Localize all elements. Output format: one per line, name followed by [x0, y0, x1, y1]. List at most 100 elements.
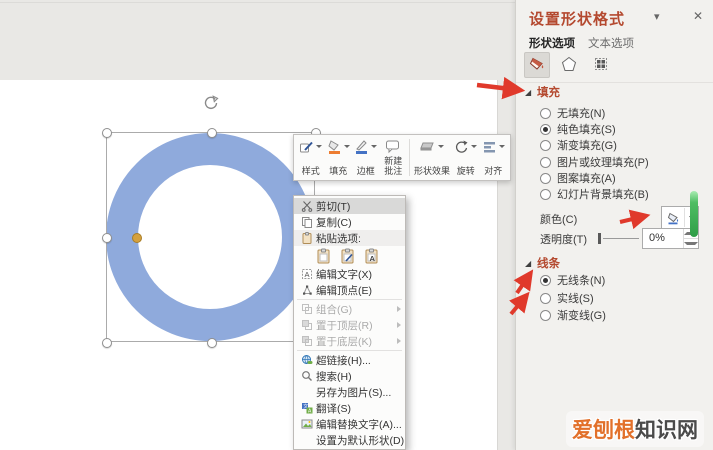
- effects-tab-button[interactable]: [556, 52, 582, 78]
- fill-option-slide-background[interactable]: 幻灯片背景填充(B): [540, 186, 649, 202]
- fill-section-header[interactable]: 填充: [537, 84, 560, 100]
- menu-item-bring-to-front[interactable]: 置于顶层(R): [294, 317, 405, 333]
- toolbar-new-comment-button[interactable]: 新建批注: [380, 137, 408, 178]
- panel-divider: [516, 82, 713, 83]
- submenu-arrow-icon: [397, 306, 401, 312]
- menu-item-cut[interactable]: 剪切(T): [294, 198, 405, 214]
- tab-text-options[interactable]: 文本选项: [588, 35, 634, 51]
- fill-option-solid[interactable]: 纯色填充(S): [540, 121, 616, 137]
- menu-item-send-to-back[interactable]: 置于底层(K): [294, 333, 405, 349]
- toolbar-border-button[interactable]: 边框: [352, 137, 380, 178]
- svg-text:A: A: [370, 254, 376, 263]
- ribbon-bottom-edge: [0, 2, 515, 3]
- paste-keep-source-formatting-icon[interactable]: [339, 248, 356, 265]
- line-option-gradient[interactable]: 渐变线(G): [540, 307, 606, 323]
- radio-icon[interactable]: [540, 188, 551, 200]
- fill-and-line-tab-button[interactable]: [524, 52, 550, 78]
- radio-icon[interactable]: [540, 172, 551, 184]
- transparency-label: 透明度(T): [540, 234, 588, 246]
- chevron-down-icon: [371, 145, 378, 148]
- panel-title: 设置形状格式: [529, 11, 626, 28]
- radio-icon[interactable]: [540, 107, 551, 119]
- toolbar-separator: [409, 139, 410, 176]
- section-expand-icon[interactable]: ◢: [525, 88, 531, 97]
- translate-icon: 文A: [297, 402, 316, 414]
- menu-item-hyperlink[interactable]: 超链接(H)...: [294, 352, 405, 368]
- radio-selected-icon[interactable]: [540, 123, 551, 135]
- menu-item-edit-text[interactable]: A 编辑文字(X): [294, 266, 405, 282]
- paste-options-row: A: [294, 246, 405, 266]
- radio-icon[interactable]: [540, 292, 551, 304]
- toolbar-rotate-button[interactable]: 旋转: [452, 137, 480, 178]
- copy-icon: [297, 216, 316, 228]
- fill-option-none[interactable]: 无填充(N): [540, 105, 605, 121]
- send-to-back-icon: [297, 335, 316, 347]
- menu-item-search[interactable]: 搜索(H): [294, 368, 405, 384]
- border-icon: [354, 139, 369, 159]
- fill-option-picture-texture[interactable]: 图片或纹理填充(P): [540, 154, 649, 170]
- chevron-down-icon: [471, 145, 478, 148]
- section-expand-icon[interactable]: ◢: [525, 259, 531, 268]
- size-properties-tab-button[interactable]: [588, 52, 614, 78]
- menu-item-translate[interactable]: 文A 翻译(S): [294, 400, 405, 416]
- toolbar-style-button[interactable]: 样式: [297, 137, 325, 178]
- transparency-slider-thumb[interactable]: [598, 233, 601, 244]
- menu-item-copy[interactable]: 复制(C): [294, 214, 405, 230]
- context-menu: 剪切(T) 复制(C) 粘贴选项: A A 编辑文字(X) 编辑顶点(E) 组合…: [293, 195, 406, 450]
- paste-as-text-icon[interactable]: A: [363, 248, 380, 265]
- resize-handle-top-middle[interactable]: [207, 128, 217, 138]
- rotate-handle-icon[interactable]: [203, 95, 219, 111]
- resize-handle-left-middle[interactable]: [102, 233, 112, 243]
- fill-option-pattern[interactable]: 图案填充(A): [540, 170, 616, 186]
- style-icon: [299, 139, 314, 159]
- resize-handle-top-left[interactable]: [102, 128, 112, 138]
- panel-collapse-icon[interactable]: ▾: [654, 10, 660, 23]
- resize-handle-bottom-left[interactable]: [102, 338, 112, 348]
- paste-use-destination-theme-icon[interactable]: [315, 248, 332, 265]
- toolbar-align-button[interactable]: 对齐: [480, 137, 508, 178]
- align-icon: [482, 139, 497, 159]
- rotate-icon: [454, 139, 469, 159]
- menu-item-set-default-shape[interactable]: 设置为默认形状(D): [294, 432, 405, 448]
- transparency-value[interactable]: 0%: [643, 229, 683, 248]
- watermark: 爱刨根知识网: [566, 411, 704, 447]
- menu-item-edit-alt-text[interactable]: 编辑替换文字(A)...: [294, 416, 405, 432]
- group-icon: [297, 303, 316, 315]
- svg-text:A: A: [304, 270, 309, 279]
- menu-item-edit-points[interactable]: 编辑顶点(E): [294, 282, 405, 298]
- panel-scrollbar-thumb[interactable]: [690, 191, 698, 237]
- size-properties-icon: [592, 55, 610, 76]
- radio-icon[interactable]: [540, 156, 551, 168]
- line-option-none[interactable]: 无线条(N): [540, 272, 605, 288]
- submenu-arrow-icon: [397, 322, 401, 328]
- line-section-header[interactable]: 线条: [537, 255, 560, 271]
- panel-close-icon[interactable]: ✕: [693, 9, 703, 23]
- shape-adjust-handle[interactable]: [132, 233, 142, 243]
- menu-item-paste-options: 粘贴选项:: [294, 230, 405, 246]
- transparency-slider-track[interactable]: [603, 238, 639, 239]
- tab-shape-options[interactable]: 形状选项: [529, 35, 575, 51]
- radio-selected-icon[interactable]: [540, 274, 551, 286]
- toolbar-fill-button[interactable]: 填充: [325, 137, 353, 178]
- paint-bucket-small-icon: [662, 211, 684, 225]
- fill-option-gradient[interactable]: 渐变填充(G): [540, 137, 617, 153]
- powerpoint-window: 样式 填充 边框 新建批注 形状效果 旋转 对齐 剪切(T) 复制(C) 粘贴选…: [0, 0, 713, 450]
- alt-text-icon: [297, 418, 316, 430]
- menu-item-group[interactable]: 组合(G): [294, 301, 405, 317]
- menu-divider: [297, 299, 402, 300]
- edit-text-icon: A: [297, 268, 316, 280]
- resize-handle-bottom-middle[interactable]: [207, 338, 217, 348]
- spinner-down-icon[interactable]: [684, 238, 698, 248]
- line-option-solid[interactable]: 实线(S): [540, 290, 594, 306]
- menu-item-save-as-picture[interactable]: 另存为图片(S)...: [294, 384, 405, 400]
- watermark-highlight: 爱刨根: [572, 419, 635, 442]
- radio-icon[interactable]: [540, 139, 551, 151]
- hyperlink-icon: [297, 354, 316, 366]
- submenu-arrow-icon: [397, 338, 401, 344]
- watermark-rest: 知识网: [635, 419, 698, 442]
- chevron-down-icon: [343, 145, 350, 148]
- format-shape-panel: 设置形状格式 ▾ ✕ 形状选项 文本选项 ◢ 填充 无填充(N) 纯色填充(S)…: [515, 0, 713, 450]
- toolbar-shape-effects-button[interactable]: 形状效果: [412, 137, 452, 178]
- radio-icon[interactable]: [540, 309, 551, 321]
- paint-bucket-icon: [528, 55, 546, 76]
